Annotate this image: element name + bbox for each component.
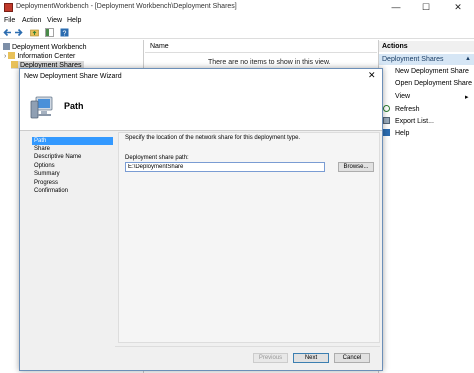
action-refresh[interactable]: Refresh: [383, 105, 420, 113]
list-header: [145, 42, 377, 53]
wizard-step-options[interactable]: Options: [32, 162, 113, 170]
action-export-list[interactable]: Export List...: [383, 117, 434, 125]
maximize-button[interactable]: ☐: [412, 0, 440, 15]
svg-text:?: ?: [63, 30, 67, 37]
action-open-deployment-share[interactable]: Open Deployment Share: [395, 80, 472, 87]
app-icon: [4, 3, 13, 12]
dialog-page-title: Path: [64, 101, 84, 111]
dialog-title: New Deployment Share Wizard: [24, 73, 122, 80]
wizard-step-confirmation[interactable]: Confirmation: [32, 187, 113, 195]
actions-header: Actions: [379, 41, 474, 52]
wizard-step-summary[interactable]: Summary: [32, 170, 113, 178]
column-header-name[interactable]: Name: [150, 43, 169, 50]
menu-action[interactable]: Action: [22, 17, 41, 24]
up-folder-icon[interactable]: [30, 28, 39, 37]
window-close-button[interactable]: ✕: [444, 0, 472, 15]
collapse-icon[interactable]: ▲: [465, 54, 471, 65]
wizard-step-path[interactable]: Path: [32, 137, 113, 145]
action-help[interactable]: Help: [383, 129, 409, 137]
workbench-icon: [3, 43, 10, 50]
next-button[interactable]: Next: [293, 353, 329, 363]
empty-list-message: There are no items to show in this view.: [208, 59, 331, 66]
instruction-text: Specify the location of the network shar…: [125, 135, 301, 141]
browse-button[interactable]: Browse...: [338, 162, 374, 172]
action-view[interactable]: View ▸: [395, 93, 469, 101]
minimize-button[interactable]: —: [382, 0, 410, 15]
refresh-icon: [383, 105, 390, 112]
path-label: Deployment share path:: [125, 155, 189, 161]
menu-file[interactable]: File: [4, 17, 15, 24]
help-icon: [383, 129, 390, 136]
actions-section-deployment-shares[interactable]: Deployment Shares ▲: [379, 54, 474, 65]
show-hide-tree-icon[interactable]: [45, 28, 54, 37]
export-icon: [383, 117, 390, 124]
folder-icon: [11, 61, 18, 68]
wizard-step-share[interactable]: Share: [32, 145, 113, 153]
actions-pane: [378, 40, 474, 373]
forward-arrow-icon[interactable]: [14, 28, 23, 37]
computer-icon: [27, 94, 57, 121]
dialog-separator: [115, 346, 380, 347]
wizard-step-descriptive-name[interactable]: Descriptive Name: [32, 153, 113, 161]
previous-button[interactable]: Previous: [253, 353, 288, 363]
dialog-close-button[interactable]: ✕: [368, 70, 376, 81]
menu-view[interactable]: View: [47, 17, 62, 24]
info-center-icon: [8, 52, 16, 59]
cancel-button[interactable]: Cancel: [334, 353, 370, 363]
toolbar: [0, 27, 474, 39]
help-icon[interactable]: ?: [60, 28, 69, 37]
tree-item-information-center[interactable]: › Information Center: [4, 52, 75, 60]
window-title: DeploymentWorkbench - [Deployment Workbe…: [16, 3, 237, 10]
action-new-deployment-share[interactable]: New Deployment Share: [395, 68, 469, 75]
wizard-step-progress[interactable]: Progress: [32, 179, 113, 187]
menu-help[interactable]: Help: [67, 17, 81, 24]
expand-icon[interactable]: ›: [4, 53, 6, 60]
tree-item-root[interactable]: Deployment Workbench: [3, 43, 87, 51]
submenu-arrow-icon: ▸: [465, 94, 469, 101]
back-arrow-icon[interactable]: [3, 28, 12, 37]
deployment-share-path-input[interactable]: [125, 162, 325, 172]
